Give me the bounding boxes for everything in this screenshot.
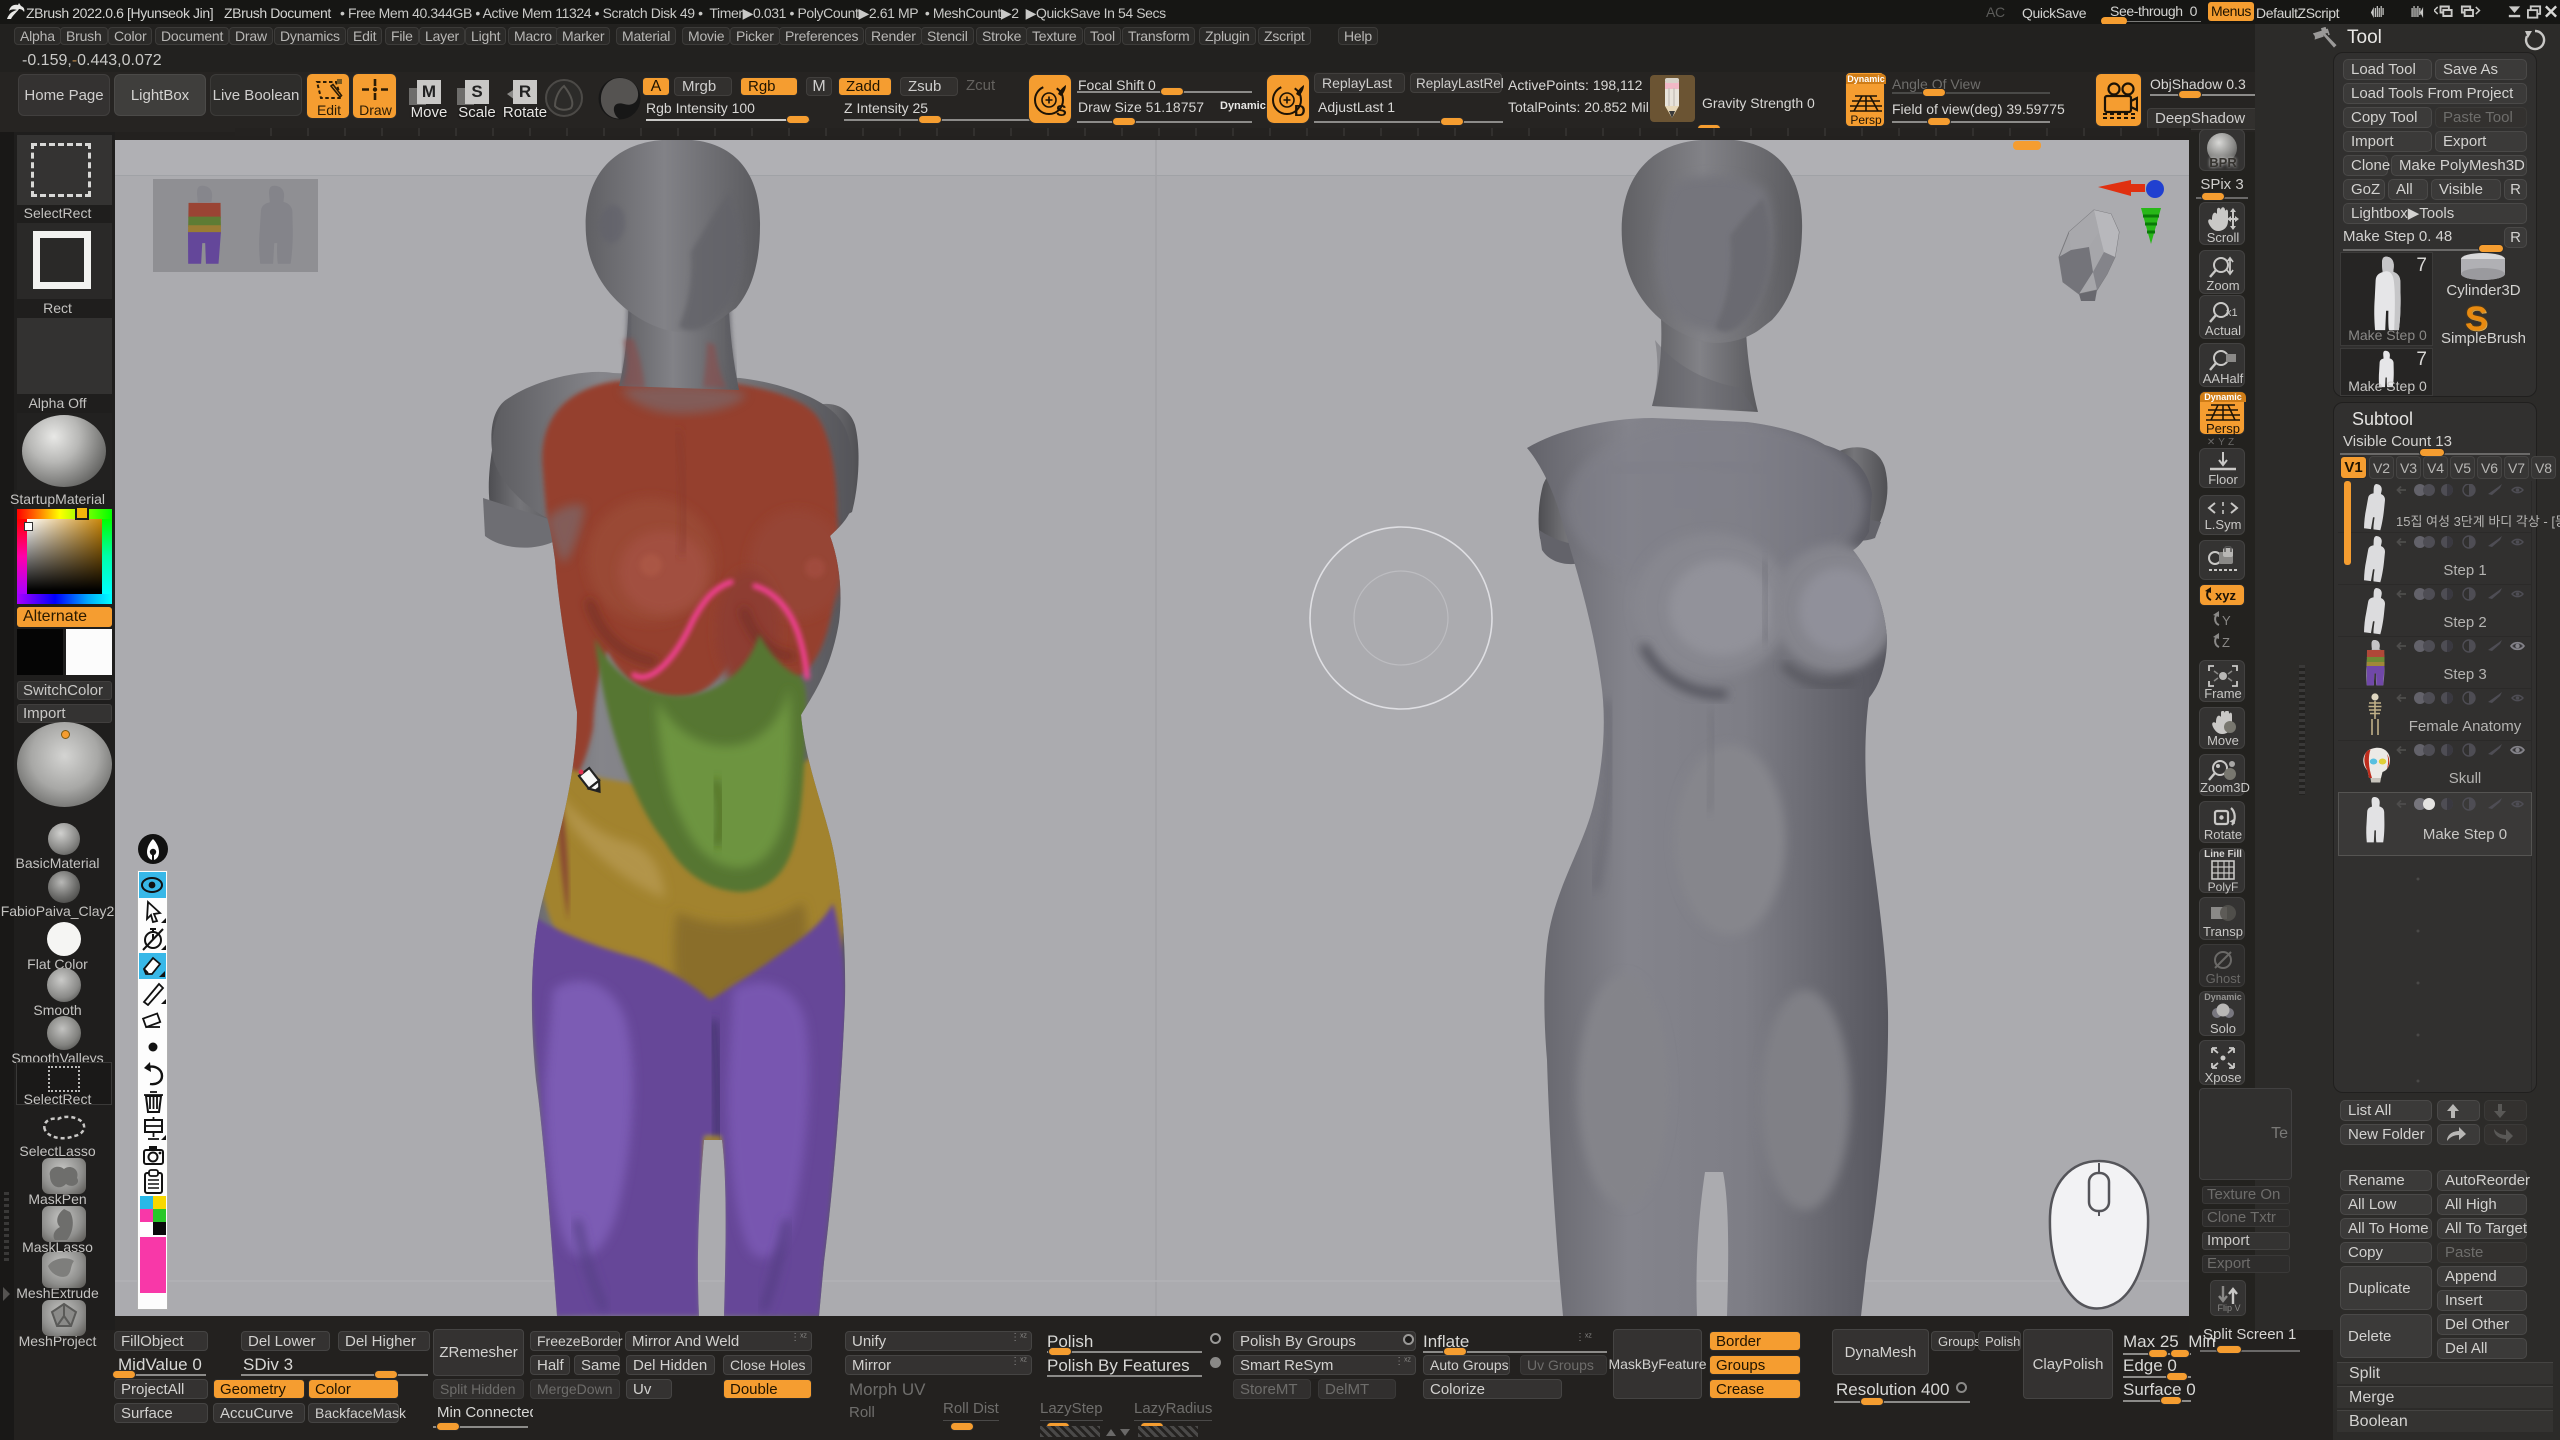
svg-text:S: S: [1056, 103, 1067, 120]
svg-text:Z: Z: [2222, 635, 2230, 650]
svg-text:xyz: xyz: [2215, 588, 2236, 603]
svg-text:x1: x1: [2226, 307, 2238, 319]
svg-text:D: D: [1294, 103, 1306, 120]
svg-text:Y: Y: [2222, 613, 2231, 628]
